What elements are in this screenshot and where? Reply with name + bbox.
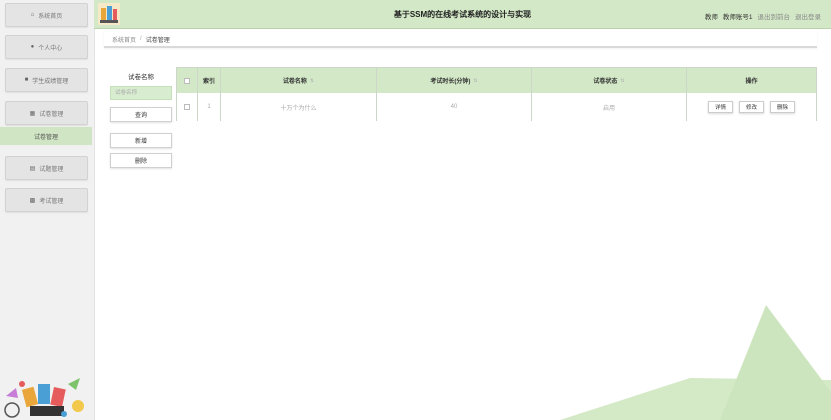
search-button[interactable]: 查询 xyxy=(110,107,172,122)
add-button[interactable]: 新增 xyxy=(110,133,172,148)
row-status: 启用 xyxy=(532,93,687,121)
paper-table: 索引 试卷名称 ⇅ 考试时长(分钟) ⇅ 试卷状态 ⇅ 操作 1 十万个为什么 … xyxy=(176,67,817,121)
sidebar-item-label: 考试管理 xyxy=(39,198,64,205)
edit-button[interactable]: 修改 xyxy=(738,101,764,113)
list-icon: ▤ xyxy=(29,165,36,172)
column-header-name[interactable]: 试卷名称 ⇅ xyxy=(221,68,377,93)
sort-icon[interactable]: ⇅ xyxy=(310,78,314,84)
row-index: 1 xyxy=(198,93,221,121)
column-header-label: 试卷状态 xyxy=(593,79,618,85)
row-paper-name: 十万个为什么 xyxy=(221,93,377,121)
row-checkbox[interactable] xyxy=(184,104,190,110)
logout-link[interactable]: 退出登录 xyxy=(795,11,821,21)
grid-icon: ▦ xyxy=(29,110,36,117)
paper-name-input[interactable] xyxy=(110,86,172,100)
sidebar-item-student-scores[interactable]: ■ 学生成绩管理 xyxy=(5,68,88,92)
decorative-background-shapes xyxy=(560,305,831,420)
sidebar-item-label: 试卷管理 xyxy=(39,111,64,118)
column-header-label: 操作 xyxy=(745,79,758,85)
sidebar-item-exam-management[interactable]: ▩ 考试管理 xyxy=(5,188,88,212)
sidebar-item-home[interactable]: ⌂ 系统首页 xyxy=(5,3,88,27)
table-row: 1 十万个为什么 40 启用 详情 修改 删除 xyxy=(177,93,816,121)
sort-icon[interactable]: ⇅ xyxy=(620,78,624,84)
user-account: 教师账号1 xyxy=(722,14,753,21)
sidebar-item-label: 试题管理 xyxy=(39,166,64,173)
column-header-actions: 操作 xyxy=(687,68,816,93)
row-select-cell xyxy=(177,93,198,121)
user-role: 教师 xyxy=(704,14,718,21)
breadcrumb-current: 试卷管理 xyxy=(145,37,170,44)
back-to-frontend-link[interactable]: 退出到前台 xyxy=(758,11,791,21)
select-all-checkbox[interactable] xyxy=(184,77,190,84)
column-header-duration[interactable]: 考试时长(分钟) ⇅ xyxy=(377,68,532,93)
home-icon: ⌂ xyxy=(30,12,35,18)
sidebar-subitem-paper-management[interactable]: 试卷管理 xyxy=(0,127,92,145)
row-actions: 详情 修改 删除 xyxy=(687,93,816,121)
column-header-index: 索引 xyxy=(198,68,221,93)
column-header-label: 考试时长(分钟) xyxy=(430,79,471,85)
column-header-status[interactable]: 试卷状态 ⇅ xyxy=(532,68,687,93)
sidebar-item-profile[interactable]: ● 个人中心 xyxy=(5,35,88,59)
sidebar-item-label: 学生成绩管理 xyxy=(32,78,69,85)
detail-button[interactable]: 详情 xyxy=(707,101,733,113)
sidebar-item-label: 系统首页 xyxy=(38,13,63,20)
table-header: 索引 试卷名称 ⇅ 考试时长(分钟) ⇅ 试卷状态 ⇅ 操作 xyxy=(177,68,816,94)
row-duration: 40 xyxy=(377,93,532,121)
sidebar-subitem-label: 试卷管理 xyxy=(33,134,58,141)
delete-button[interactable]: 删除 xyxy=(770,101,796,113)
batch-delete-button[interactable]: 删除 xyxy=(110,153,172,168)
book-icon: ■ xyxy=(24,77,29,83)
sidebar-item-question-management[interactable]: ▤ 试题管理 xyxy=(5,156,88,180)
select-all-cell xyxy=(177,68,198,93)
sidebar-item-paper-management[interactable]: ▦ 试卷管理 xyxy=(5,101,88,125)
column-header-label: 试卷名称 xyxy=(282,79,307,85)
sidebar: ⌂ 系统首页 ● 个人中心 ■ 学生成绩管理 ▦ 试卷管理 试卷管理 ▤ 试题管… xyxy=(0,0,95,420)
breadcrumb: 系统首页 / 试卷管理 xyxy=(104,32,817,48)
user-icon: ● xyxy=(30,44,35,50)
sidebar-item-label: 个人中心 xyxy=(38,45,63,52)
sort-icon[interactable]: ⇅ xyxy=(473,78,477,84)
breadcrumb-separator: / xyxy=(140,36,142,42)
paper-name-label: 试卷名称 xyxy=(128,74,154,81)
column-header-label: 索引 xyxy=(202,79,215,85)
top-header: 基于SSM的在线考试系统的设计与实现 教师 教师账号1 退出到前台 退出登录 xyxy=(94,0,831,29)
breadcrumb-home[interactable]: 系统首页 xyxy=(112,35,136,44)
doc-icon: ▩ xyxy=(29,197,36,204)
back-to-school-logo xyxy=(4,378,84,418)
header-user-area: 教师 教师账号1 退出到前台 退出登录 xyxy=(705,11,821,21)
